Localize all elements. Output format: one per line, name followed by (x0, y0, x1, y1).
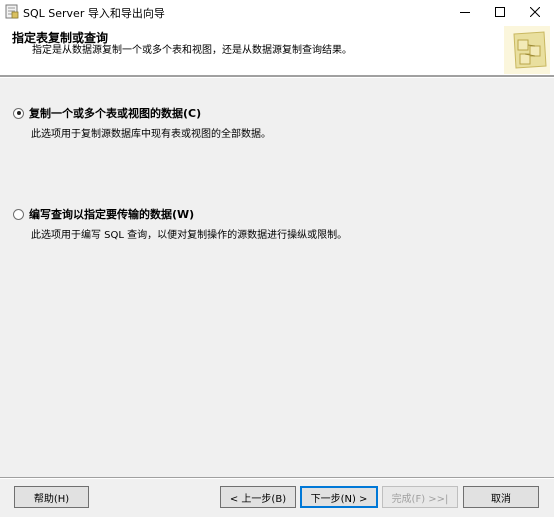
finish-button[interactable]: 完成(F) >>| (382, 486, 458, 508)
write-query-label[interactable]: 编写查询以指定要传输的数据(W) (29, 206, 194, 222)
help-button[interactable]: 帮助(H) (14, 486, 89, 508)
write-query-description: 此选项用于编写 SQL 查询，以便对复制操作的源数据进行操纵或限制。 (31, 230, 348, 241)
copy-tables-label[interactable]: 复制一个或多个表或视图的数据(C) (29, 105, 201, 121)
copy-tables-description: 此选项用于复制源数据库中现有表或视图的全部数据。 (31, 129, 271, 140)
maximize-icon (495, 7, 505, 17)
header-separator (0, 75, 554, 78)
write-query-radio[interactable] (13, 208, 24, 220)
back-button[interactable]: < 上一步(B) (220, 486, 296, 508)
close-button[interactable] (518, 0, 552, 24)
wizard-app-icon (5, 4, 19, 19)
window-titlebar[interactable]: SQL Server 导入和导出向导 (0, 0, 554, 24)
minimize-icon (460, 12, 470, 13)
footer-separator (0, 477, 554, 479)
write-query-option[interactable]: 编写查询以指定要传输的数据(W) (13, 207, 194, 221)
radio-selected-dot (16, 111, 21, 115)
wizard-graphic-icon (504, 26, 550, 74)
cancel-button[interactable]: 取消 (463, 486, 539, 508)
next-button[interactable]: 下一步(N) > (300, 486, 378, 508)
wizard-header: 指定表复制或查询 指定是从数据源复制一个或多个表和视图，还是从数据源复制查询结果… (0, 24, 554, 75)
copy-tables-option[interactable]: 复制一个或多个表或视图的数据(C) (13, 106, 201, 120)
window-title: SQL Server 导入和导出向导 (23, 7, 165, 20)
minimize-button[interactable] (448, 0, 482, 24)
copy-tables-radio[interactable] (13, 107, 24, 119)
close-icon (530, 7, 540, 17)
page-description: 指定是从数据源复制一个或多个表和视图，还是从数据源复制查询结果。 (32, 45, 352, 56)
maximize-button[interactable] (483, 0, 517, 24)
